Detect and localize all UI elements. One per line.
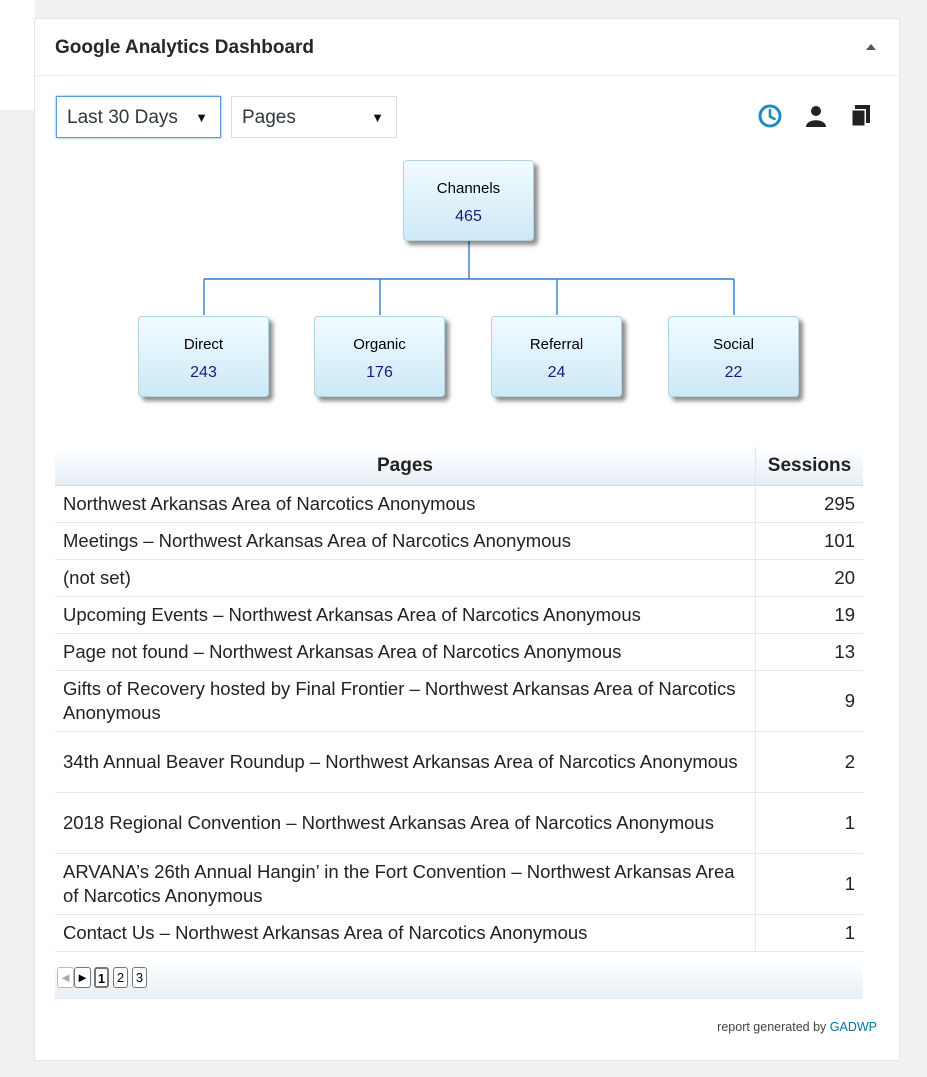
- table-row: Upcoming Events – Northwest Arkansas Are…: [55, 596, 863, 634]
- page-title-cell: 2018 Regional Convention – Northwest Ark…: [55, 792, 756, 854]
- page-title-cell: ARVANA’s 26th Annual Hangin’ in the Fort…: [55, 853, 756, 915]
- table-row: 2018 Regional Convention – Northwest Ark…: [55, 792, 863, 854]
- page-background-panel: [0, 0, 35, 110]
- social-node: Social 22: [668, 316, 799, 397]
- node-value: 243: [190, 364, 217, 381]
- page-1-button[interactable]: 1: [94, 967, 109, 988]
- table-row: ARVANA’s 26th Annual Hangin’ in the Fort…: [55, 853, 863, 915]
- table-row: 34th Annual Beaver Roundup – Northwest A…: [55, 731, 863, 793]
- sessions-cell: 13: [755, 633, 863, 671]
- footer-text: report generated by: [717, 1020, 827, 1034]
- next-page-button[interactable]: ►: [74, 967, 91, 988]
- page-title-cell: Page not found – Northwest Arkansas Area…: [55, 633, 756, 671]
- page-title-cell: (not set): [55, 559, 756, 597]
- direct-node: Direct 243: [138, 316, 269, 397]
- table-row: Page not found – Northwest Arkansas Area…: [55, 633, 863, 671]
- node-value: 176: [366, 364, 393, 381]
- referral-node: Referral 24: [491, 316, 622, 397]
- node-label: Direct: [183, 336, 224, 353]
- table-row: (not set) 20: [55, 559, 863, 597]
- node-value: 22: [724, 364, 743, 381]
- previous-page-button[interactable]: ◄: [57, 967, 74, 988]
- page-title-cell: Northwest Arkansas Area of Narcotics Ano…: [55, 485, 756, 523]
- page-title-cell: Gifts of Recovery hosted by Final Fronti…: [55, 670, 756, 732]
- sessions-cell: 9: [755, 670, 863, 732]
- page-2-button[interactable]: 2: [113, 967, 128, 988]
- node-label: Referral: [529, 336, 584, 353]
- page-title-cell: Contact Us – Northwest Arkansas Area of …: [55, 914, 756, 952]
- sessions-cell: 20: [755, 559, 863, 597]
- table-pagination: ◄ ► 1 2 3: [55, 961, 863, 999]
- table-row: Gifts of Recovery hosted by Final Fronti…: [55, 670, 863, 732]
- table-row: Northwest Arkansas Area of Narcotics Ano…: [55, 485, 863, 523]
- node-value: 465: [455, 208, 482, 225]
- node-label: Social: [713, 336, 754, 353]
- sessions-cell: 2: [755, 731, 863, 793]
- table-row: Contact Us – Northwest Arkansas Area of …: [55, 914, 863, 952]
- sessions-cell: 1: [755, 792, 863, 854]
- page-title-cell: 34th Annual Beaver Roundup – Northwest A…: [55, 731, 756, 793]
- sessions-cell: 19: [755, 596, 863, 634]
- table-header-row: Pages Sessions: [55, 447, 863, 486]
- organic-node: Organic 176: [314, 316, 445, 397]
- node-value: 24: [547, 364, 566, 381]
- channels-node: Channels 465: [403, 160, 534, 241]
- gadwp-link[interactable]: GADWP: [830, 1020, 877, 1034]
- pages-table: Pages Sessions Northwest Arkansas Area o…: [55, 447, 863, 952]
- page-title-cell: Meetings – Northwest Arkansas Area of Na…: [55, 522, 756, 560]
- sessions-cell: 295: [755, 485, 863, 523]
- sessions-cell: 1: [755, 853, 863, 915]
- page-3-button[interactable]: 3: [132, 967, 147, 988]
- node-label: Organic: [353, 336, 406, 353]
- table-row: Meetings – Northwest Arkansas Area of Na…: [55, 522, 863, 560]
- analytics-widget: Google Analytics Dashboard Last 30 Days …: [34, 18, 900, 1061]
- column-header-sessions[interactable]: Sessions: [755, 447, 863, 486]
- sessions-cell: 101: [755, 522, 863, 560]
- sessions-cell: 1: [755, 914, 863, 952]
- report-footer: report generated by GADWP: [717, 1020, 877, 1034]
- node-label: Channels: [436, 180, 501, 197]
- page-title-cell: Upcoming Events – Northwest Arkansas Are…: [55, 596, 756, 634]
- column-header-pages[interactable]: Pages: [55, 447, 756, 486]
